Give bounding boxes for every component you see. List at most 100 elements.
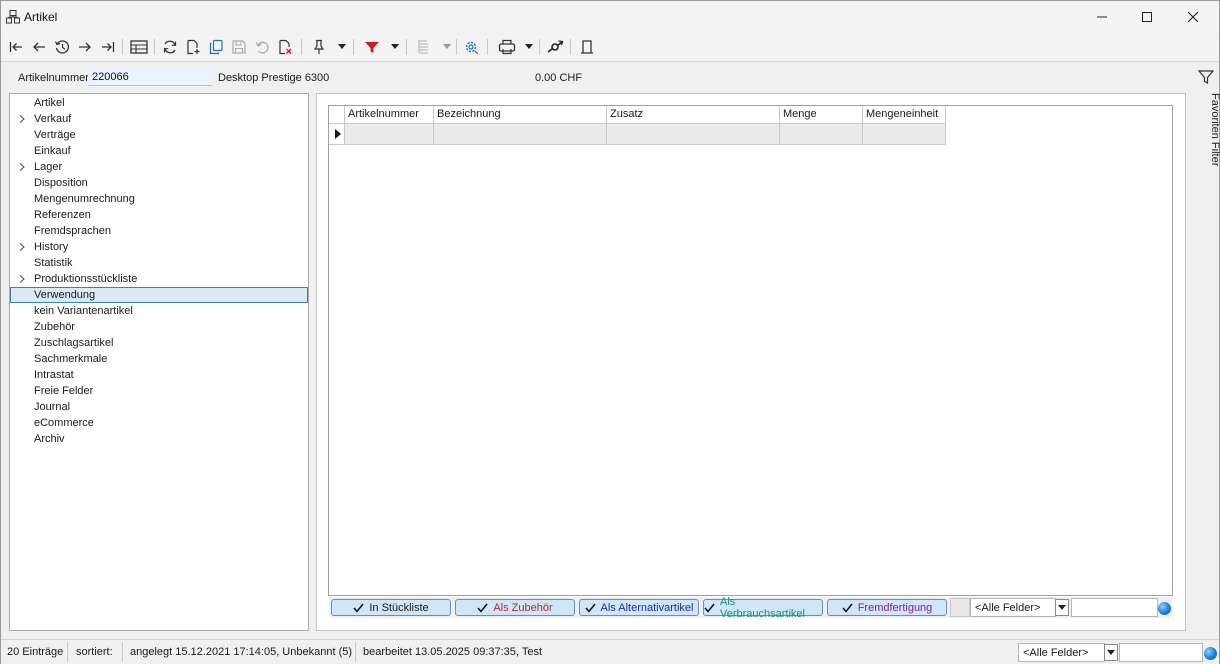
tree-item[interactable]: kein Variantenartikel — [10, 303, 308, 319]
pin-button[interactable] — [309, 37, 329, 57]
tree-item[interactable]: Zubehör — [10, 319, 308, 335]
status-bar: 20 Einträge sortiert: angelegt 15.12.202… — [1, 639, 1219, 664]
tree-filter-button[interactable] — [413, 37, 433, 57]
save-button[interactable] — [229, 37, 249, 57]
first-record-button[interactable] — [6, 37, 26, 57]
last-record-button[interactable] — [98, 37, 118, 57]
tree-item[interactable]: Fremdsprachen — [10, 223, 308, 239]
tree-item[interactable]: Verkauf — [10, 111, 308, 127]
grid-cell[interactable] — [607, 124, 780, 145]
delete-button[interactable] — [275, 37, 295, 57]
filter-toggle-bar: <Alle Felder> In Stückliste Als Zubehör Al… — [329, 596, 1172, 620]
chevron-right-icon[interactable] — [19, 115, 26, 123]
print-button[interactable] — [497, 37, 517, 57]
exit-button[interactable] — [577, 37, 597, 57]
tree-item[interactable]: Sachmerkmale — [10, 351, 308, 367]
filter-dropdown-icon[interactable] — [391, 44, 399, 50]
tree-item-label: eCommerce — [34, 417, 94, 429]
filter-toggle-label: Als Verbrauchsartikel — [720, 595, 805, 620]
filter-toggle-label: Als Alternativartikel — [600, 601, 694, 614]
next-record-button[interactable] — [75, 37, 95, 57]
tree-item[interactable]: Verträge — [10, 127, 308, 143]
grid-column-header[interactable]: Bezeichnung — [434, 106, 607, 124]
tree-filter-dropdown-icon[interactable] — [443, 44, 451, 50]
chevron-down-icon — [1058, 604, 1066, 610]
history-button[interactable] — [52, 37, 72, 57]
grid-column-header[interactable]: Zusatz — [607, 106, 780, 124]
filter-toggle[interactable]: Fremdfertigung — [827, 599, 947, 616]
filter-toggle[interactable]: Als Alternativartikel — [579, 599, 699, 616]
tree-item-label: Zuschlagsartikel — [34, 337, 114, 349]
link-button[interactable] — [545, 37, 565, 57]
table-view-button[interactable] — [129, 37, 149, 57]
tree-item-label: Sachmerkmale — [34, 353, 108, 365]
globe-icon[interactable] — [1158, 602, 1171, 615]
filter-toggle[interactable]: In Stückliste — [331, 599, 451, 616]
copy-button[interactable] — [206, 37, 226, 57]
chevron-right-icon[interactable] — [19, 243, 26, 251]
filter-field-dropdown-button[interactable] — [1055, 599, 1069, 616]
tree-item[interactable]: Verwendung — [10, 287, 308, 303]
tree-item[interactable]: Referenzen — [10, 207, 308, 223]
filter-search-input[interactable] — [1071, 598, 1158, 617]
tree-item[interactable]: Mengenumrechnung — [10, 191, 308, 207]
favorites-filter-label[interactable]: Favoriten Filter — [1209, 93, 1220, 166]
filter-icon — [365, 42, 379, 53]
tree-item[interactable]: Produktionsstückliste — [10, 271, 308, 287]
grid-cell[interactable] — [345, 124, 434, 145]
pin-dropdown-icon[interactable] — [338, 44, 346, 50]
undo-button[interactable] — [252, 37, 272, 57]
tree-item-label: Freie Felder — [34, 385, 94, 397]
filter-button[interactable] — [362, 37, 382, 57]
tree-item[interactable]: Statistik — [10, 255, 308, 271]
print-dropdown-icon[interactable] — [525, 44, 533, 50]
grid-column-header[interactable]: Mengeneinheit — [863, 106, 946, 124]
tree-item[interactable]: Freie Felder — [10, 383, 308, 399]
article-number-label: Artikelnummer — [18, 72, 89, 84]
status-field-dropdown-button[interactable] — [1104, 644, 1118, 661]
filter-field-select[interactable]: <Alle Felder> — [970, 598, 1056, 617]
grid-column-header[interactable]: Artikelnummer — [345, 106, 434, 124]
tree-item-label: Journal — [34, 401, 71, 413]
tree-item[interactable]: Lager — [10, 159, 308, 175]
tree-item[interactable]: Disposition — [10, 175, 308, 191]
chevron-right-icon[interactable] — [19, 275, 26, 283]
grid-cell[interactable] — [780, 124, 863, 145]
tree-item[interactable]: Einkauf — [10, 143, 308, 159]
filter-toggle[interactable]: Als Zubehör — [455, 599, 575, 616]
grid-column-header[interactable]: Menge — [780, 106, 863, 124]
settings-button[interactable] — [461, 37, 481, 57]
last-icon — [102, 42, 115, 52]
row-indicator[interactable] — [329, 124, 345, 145]
tree-item[interactable]: Intrastat — [10, 367, 308, 383]
refresh-button[interactable] — [160, 37, 180, 57]
minimize-button[interactable] — [1079, 1, 1125, 33]
status-count: 20 Einträge — [7, 646, 64, 658]
tree-item[interactable]: History — [10, 239, 308, 255]
tree-item-label: Verträge — [34, 129, 76, 141]
tree-item[interactable]: Zuschlagsartikel — [10, 335, 308, 351]
globe-icon[interactable] — [1204, 647, 1217, 660]
article-number-input[interactable] — [88, 68, 212, 86]
grid-cell[interactable] — [434, 124, 607, 145]
favorites-filter-icon[interactable] — [1198, 69, 1214, 85]
window-title: Artikel — [24, 10, 58, 24]
chevron-right-icon[interactable] — [19, 163, 26, 171]
filter-toggle[interactable]: Als Verbrauchsartikel — [703, 596, 823, 620]
close-button[interactable] — [1170, 1, 1216, 33]
grid-cell[interactable] — [863, 124, 946, 145]
new-document-icon — [187, 39, 200, 55]
undo-icon — [255, 41, 269, 54]
maximize-button[interactable] — [1124, 1, 1170, 33]
previous-record-button[interactable] — [29, 37, 49, 57]
maximize-icon — [1142, 12, 1152, 22]
status-search-input[interactable] — [1119, 643, 1203, 662]
status-created: angelegt 15.12.2021 17:14:05, Unbekannt … — [130, 646, 353, 658]
new-document-button[interactable] — [183, 37, 203, 57]
status-field-select[interactable]: <Alle Felder> — [1018, 643, 1105, 662]
tree-item[interactable]: eCommerce — [10, 415, 308, 431]
tree-item[interactable]: Archiv — [10, 431, 308, 447]
tree-item-label: kein Variantenartikel — [34, 305, 133, 317]
tree-item[interactable]: Artikel — [10, 95, 308, 111]
tree-item[interactable]: Journal — [10, 399, 308, 415]
